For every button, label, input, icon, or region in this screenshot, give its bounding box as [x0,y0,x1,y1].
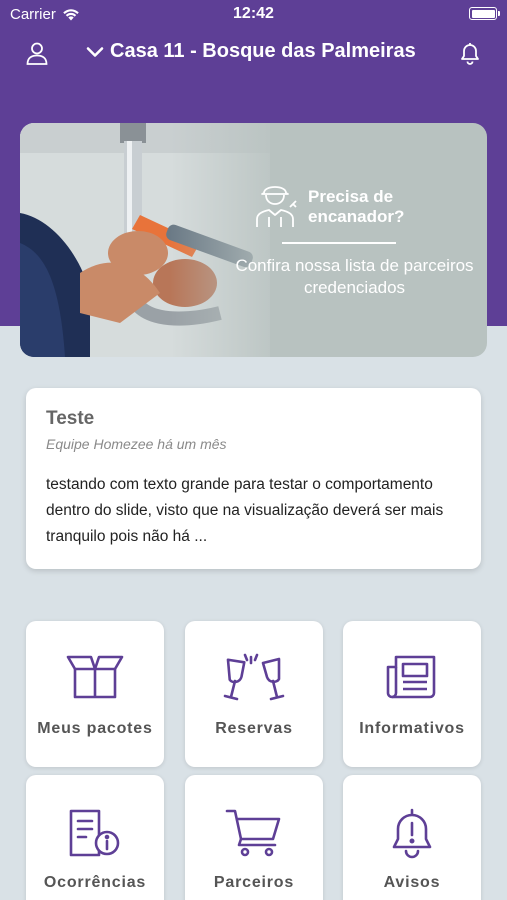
location-selector[interactable]: Casa 11 - Bosque das Palmeiras [86,40,416,63]
profile-button[interactable] [24,40,50,66]
plumber-icon [256,186,297,227]
tile-notices[interactable]: Avisos [343,775,481,900]
tile-packages[interactable]: Meus pacotes [26,621,164,767]
news-body: testando com texto grande para testar o … [46,476,444,545]
tile-occurrences[interactable]: Ocorrências [26,775,164,900]
clock: 12:42 [233,5,274,22]
tile-reservations[interactable]: Reservas [185,621,323,767]
news-card[interactable]: Teste Equipe Homezee há um mês testando … [26,388,481,569]
wine-glasses-icon [223,653,285,701]
top-bar: Casa 11 - Bosque das Palmeiras [0,32,507,74]
news-title: Teste [46,408,95,429]
tile-partners[interactable]: Parceiros [185,775,323,900]
banner-fade [170,123,290,357]
banner-headline: Precisa de encanador? [308,187,405,226]
promo-banner[interactable]: Precisa de encanador? Confira nossa list… [20,123,487,357]
tile-label: Informativos [359,720,465,737]
notifications-button[interactable] [457,40,483,66]
banner-divider [282,242,396,244]
shopping-cart-icon [225,809,281,857]
tile-label: Reservas [215,720,293,737]
battery-icon [469,7,500,20]
document-info-icon [69,809,120,857]
chevron-down-icon [86,46,104,57]
status-bar: Carrier 12:42 [0,0,507,28]
bell-alert-icon [392,808,432,859]
user-icon [26,42,48,65]
location-name: Casa 11 - Bosque das Palmeiras [110,40,416,62]
package-icon [66,655,124,699]
tile-label: Ocorrências [43,874,147,891]
banner-subline: Confira nossa lista de parceiros credenc… [235,256,474,297]
news-meta: Equipe Homezee há um mês [46,436,227,452]
newspaper-icon [386,655,436,699]
tile-newsletters[interactable]: Informativos [343,621,481,767]
tile-label: Avisos [383,874,441,891]
bell-icon [461,43,479,65]
tile-label: Meus pacotes [37,720,153,737]
tile-label: Parceiros [213,874,295,891]
